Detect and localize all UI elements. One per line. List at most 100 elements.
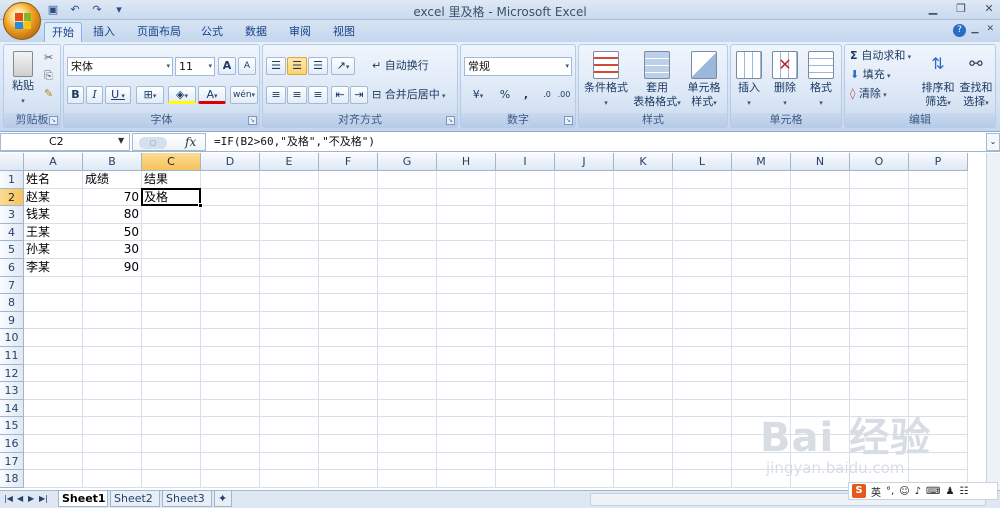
skin-icon[interactable]: ♟ bbox=[945, 486, 954, 497]
fill-handle[interactable] bbox=[198, 203, 203, 209]
cell-f15[interactable] bbox=[319, 417, 378, 435]
cell-i6[interactable] bbox=[496, 259, 555, 277]
cell-b10[interactable] bbox=[83, 329, 142, 347]
cell-g4[interactable] bbox=[378, 223, 437, 242]
column-header-a[interactable]: A bbox=[24, 153, 83, 171]
insert-cells-button[interactable]: 插入 ▾ bbox=[731, 51, 767, 110]
name-box[interactable]: C2 bbox=[0, 133, 130, 151]
fill-button[interactable]: ⬇ 填充 ▾ bbox=[849, 66, 905, 84]
help-icon[interactable]: ? bbox=[953, 24, 966, 37]
cell-e1[interactable] bbox=[260, 171, 319, 189]
cell-l4[interactable] bbox=[673, 223, 732, 242]
cell-k14[interactable] bbox=[614, 399, 673, 418]
cell-p10[interactable] bbox=[909, 329, 968, 347]
cell-g10[interactable] bbox=[378, 329, 437, 347]
column-header-j[interactable]: J bbox=[555, 153, 614, 171]
sort-filter-button[interactable]: ⇅ 排序和 筛选▾ bbox=[919, 51, 957, 110]
cell-e12[interactable] bbox=[260, 364, 319, 383]
cell-h4[interactable] bbox=[437, 223, 496, 242]
cell-a18[interactable] bbox=[24, 470, 83, 488]
cell-d13[interactable] bbox=[201, 382, 260, 400]
cell-c18[interactable] bbox=[142, 470, 201, 488]
cell-e16[interactable] bbox=[260, 435, 319, 453]
cell-e13[interactable] bbox=[260, 382, 319, 400]
cell-f6[interactable] bbox=[319, 259, 378, 277]
next-sheet-icon[interactable]: ▶ bbox=[28, 494, 34, 503]
cell-g12[interactable] bbox=[378, 364, 437, 383]
cell-k18[interactable] bbox=[614, 470, 673, 488]
cell-c13[interactable] bbox=[142, 382, 201, 400]
cell-k4[interactable] bbox=[614, 223, 673, 242]
cell-m13[interactable] bbox=[732, 382, 791, 400]
column-header-m[interactable]: M bbox=[732, 153, 791, 171]
cell-n4[interactable] bbox=[791, 223, 850, 242]
cell-c8[interactable] bbox=[142, 294, 201, 312]
cell-a4[interactable]: 王某 bbox=[24, 223, 83, 242]
row-header-4[interactable]: 4 bbox=[0, 223, 24, 242]
cell-g18[interactable] bbox=[378, 470, 437, 488]
cell-d14[interactable] bbox=[201, 399, 260, 418]
align-middle-button[interactable]: ☰ bbox=[287, 57, 307, 75]
row-header-16[interactable]: 16 bbox=[0, 435, 24, 453]
cell-f7[interactable] bbox=[319, 276, 378, 295]
decrease-indent-button[interactable]: ⇤ bbox=[331, 86, 349, 104]
cell-a1[interactable]: 姓名 bbox=[24, 171, 83, 189]
cell-n13[interactable] bbox=[791, 382, 850, 400]
font-launcher-icon[interactable]: ↘ bbox=[248, 116, 257, 125]
cell-i18[interactable] bbox=[496, 470, 555, 488]
cell-k11[interactable] bbox=[614, 347, 673, 365]
cell-h2[interactable] bbox=[437, 188, 496, 207]
cell-h10[interactable] bbox=[437, 329, 496, 347]
bold-button[interactable]: B bbox=[67, 86, 84, 104]
cell-c11[interactable] bbox=[142, 347, 201, 365]
cell-l11[interactable] bbox=[673, 347, 732, 365]
cell-b7[interactable] bbox=[83, 276, 142, 295]
cell-n12[interactable] bbox=[791, 364, 850, 383]
cell-p9[interactable] bbox=[909, 311, 968, 330]
tab-data[interactable]: 数据 bbox=[238, 22, 274, 42]
italic-button[interactable]: I bbox=[86, 86, 103, 104]
cell-o4[interactable] bbox=[850, 223, 909, 242]
cell-d12[interactable] bbox=[201, 364, 260, 383]
merge-center-button[interactable]: ⊟ 合并后居中 ▾ bbox=[371, 86, 457, 104]
formula-input[interactable]: =IF(B2>60,"及格","不及格") bbox=[210, 133, 982, 151]
cell-n5[interactable] bbox=[791, 241, 850, 259]
tab-insert[interactable]: 插入 bbox=[86, 22, 122, 42]
cell-d16[interactable] bbox=[201, 435, 260, 453]
cell-l8[interactable] bbox=[673, 294, 732, 312]
delete-cells-button[interactable]: ✕ 删除 ▾ bbox=[767, 51, 803, 110]
cell-e6[interactable] bbox=[260, 259, 319, 277]
cell-styles-button[interactable]: 单元格 样式▾ bbox=[681, 51, 727, 110]
cell-e4[interactable] bbox=[260, 223, 319, 242]
cell-b3[interactable]: 80 bbox=[83, 206, 142, 224]
cell-o9[interactable] bbox=[850, 311, 909, 330]
comma-button[interactable]: , bbox=[517, 86, 535, 104]
cell-p12[interactable] bbox=[909, 364, 968, 383]
prev-sheet-icon[interactable]: ◀ bbox=[17, 494, 23, 503]
cell-j3[interactable] bbox=[555, 206, 614, 224]
cell-c1[interactable]: 结果 bbox=[142, 171, 201, 189]
cell-n8[interactable] bbox=[791, 294, 850, 312]
cell-e11[interactable] bbox=[260, 347, 319, 365]
cell-l16[interactable] bbox=[673, 435, 732, 453]
cell-j13[interactable] bbox=[555, 382, 614, 400]
cell-c17[interactable] bbox=[142, 452, 201, 471]
cell-p13[interactable] bbox=[909, 382, 968, 400]
cell-i11[interactable] bbox=[496, 347, 555, 365]
cell-a12[interactable] bbox=[24, 364, 83, 383]
cell-j15[interactable] bbox=[555, 417, 614, 435]
row-header-15[interactable]: 15 bbox=[0, 417, 24, 435]
cell-b12[interactable] bbox=[83, 364, 142, 383]
cell-h15[interactable] bbox=[437, 417, 496, 435]
cell-m1[interactable] bbox=[732, 171, 791, 189]
cell-e14[interactable] bbox=[260, 399, 319, 418]
format-cells-button[interactable]: 格式 ▾ bbox=[803, 51, 839, 110]
cell-n3[interactable] bbox=[791, 206, 850, 224]
row-header-1[interactable]: 1 bbox=[0, 171, 24, 189]
cell-g15[interactable] bbox=[378, 417, 437, 435]
cell-f13[interactable] bbox=[319, 382, 378, 400]
minimize-icon[interactable]: ▁ bbox=[972, 24, 979, 34]
tab-page-layout[interactable]: 页面布局 bbox=[130, 22, 188, 42]
sheet-tab-1[interactable]: Sheet1 bbox=[58, 491, 108, 507]
cell-c14[interactable] bbox=[142, 399, 201, 418]
